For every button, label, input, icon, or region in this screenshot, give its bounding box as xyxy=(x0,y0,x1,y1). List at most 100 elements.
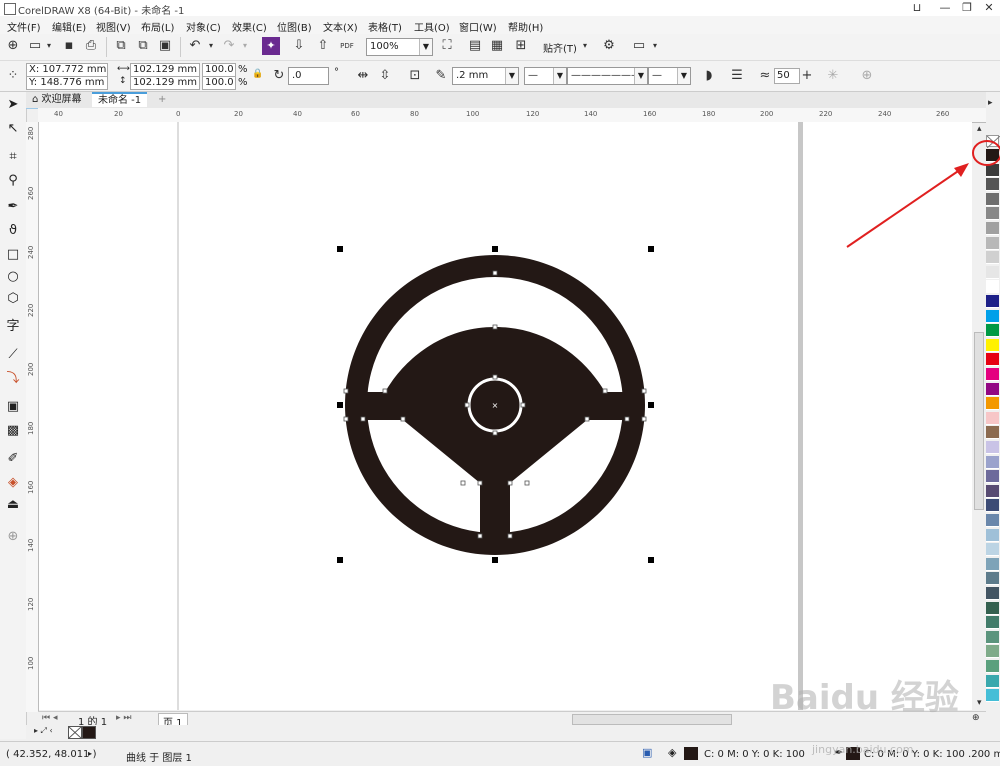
new-document-icon[interactable]: ⊕ xyxy=(4,37,22,55)
palette-swatch[interactable] xyxy=(986,178,999,192)
tab-welcome[interactable]: ⌂ 欢迎屏幕 xyxy=(26,92,88,107)
menu-bitmap[interactable]: 位图(B) xyxy=(277,19,312,34)
palette-swatch[interactable] xyxy=(986,601,999,615)
horizontal-ruler[interactable]: 40 20 0 20 40 60 80 100 120 140 160 180 … xyxy=(38,108,986,123)
export-icon[interactable]: ⇧ xyxy=(314,37,332,55)
menu-help[interactable]: 帮助(H) xyxy=(508,19,543,34)
add-tool-icon[interactable]: ⊕ xyxy=(4,528,22,546)
menu-layout[interactable]: 布局(L) xyxy=(141,19,174,34)
palette-swatch[interactable] xyxy=(986,543,999,557)
zoom-navigator-icon[interactable]: ⊕ xyxy=(972,713,980,723)
menu-table[interactable]: 表格(T) xyxy=(368,19,402,34)
maximize-button[interactable]: ❐ xyxy=(956,1,978,15)
palette-swatch[interactable] xyxy=(986,499,999,513)
palette-swatch[interactable] xyxy=(986,324,999,338)
import-icon[interactable]: ⇩ xyxy=(290,37,308,55)
fill-color-swatch[interactable] xyxy=(684,747,698,760)
print-icon[interactable]: ⎙ xyxy=(82,37,100,55)
menu-view[interactable]: 视图(V) xyxy=(96,19,131,34)
x-position-field[interactable]: X: 107.772 mm xyxy=(26,63,108,77)
save-icon[interactable]: ▪ xyxy=(60,37,78,55)
palette-swatch[interactable] xyxy=(986,426,999,440)
scale-y-field[interactable]: 100.0 xyxy=(202,76,236,90)
paste-icon[interactable]: ▣ xyxy=(156,37,174,55)
menu-edit[interactable]: 编辑(E) xyxy=(52,19,86,34)
canvas-scroll-up-icon[interactable]: ▴ xyxy=(977,124,982,134)
palette-swatch[interactable] xyxy=(986,222,999,235)
palette-swatch[interactable] xyxy=(986,572,999,586)
close-curve-icon[interactable]: ◗ xyxy=(700,67,718,85)
palette-swatch[interactable] xyxy=(986,309,999,323)
palette-swatch[interactable] xyxy=(986,192,999,206)
document-black-swatch[interactable] xyxy=(82,726,96,739)
fill-bucket-icon[interactable]: ◈ xyxy=(668,746,676,759)
horizontal-scrollbar-thumb[interactable] xyxy=(572,714,732,725)
palette-swatch[interactable] xyxy=(986,251,999,265)
undo-dropdown-icon[interactable]: ▾ xyxy=(202,37,220,55)
reference-point-icon[interactable]: ⁘ xyxy=(4,67,22,85)
node-icon[interactable]: ✳ xyxy=(824,67,842,85)
close-button[interactable]: ✕ xyxy=(978,1,1000,15)
rotation-angle-field[interactable]: .0 xyxy=(288,67,329,85)
vertical-ruler[interactable]: 280 260 240 220 200 180 160 140 120 100 xyxy=(26,122,39,712)
tab-document[interactable]: 未命名 -1 xyxy=(92,92,148,107)
wrap-text-icon[interactable]: ☰ xyxy=(728,67,746,85)
menu-window[interactable]: 窗口(W) xyxy=(459,19,497,34)
palette-swatch[interactable] xyxy=(986,660,999,673)
pick-tool-icon[interactable]: ➤ xyxy=(4,96,22,114)
copy-icon[interactable]: ⧉ xyxy=(134,37,152,55)
text-tool-icon[interactable]: 字 xyxy=(4,318,22,336)
snap-to-label[interactable]: 贴齐(T) xyxy=(543,40,577,55)
palette-swatch[interactable] xyxy=(986,265,999,279)
add-icon[interactable]: ⊕ xyxy=(858,67,876,85)
palette-swatch[interactable] xyxy=(986,441,999,454)
menu-tools[interactable]: 工具(O) xyxy=(414,19,450,34)
ellipse-tool-icon[interactable]: ○ xyxy=(4,268,22,286)
mirror-horizontal-icon[interactable]: ⇹ xyxy=(354,67,372,85)
palette-swatch[interactable] xyxy=(986,630,999,644)
palette-swatch[interactable] xyxy=(986,484,999,498)
zoom-tool-icon[interactable]: ⚲ xyxy=(4,172,22,190)
zoom-level-select[interactable]: 100% ▼ xyxy=(366,38,433,56)
drop-shadow-tool-icon[interactable]: ▣ xyxy=(4,398,22,416)
artistic-media-tool-icon[interactable]: ϑ xyxy=(4,222,22,240)
show-rulers-icon[interactable]: ▤ xyxy=(466,37,484,55)
palette-swatch[interactable] xyxy=(986,236,999,250)
line-style-select[interactable]: ——————— ▼ xyxy=(567,67,648,85)
no-fill-swatch[interactable] xyxy=(68,726,82,739)
drawing-canvas[interactable]: × xyxy=(39,122,972,710)
object-width-field[interactable]: 102.129 mm xyxy=(130,63,200,77)
smooth-icon[interactable]: ≈ xyxy=(756,67,774,85)
lock-ratio-icon[interactable]: 🔒 xyxy=(252,69,263,79)
palette-swatch[interactable] xyxy=(986,514,999,527)
parallel-dimension-tool-icon[interactable]: ⟋ xyxy=(4,346,22,364)
palette-swatch[interactable] xyxy=(986,280,999,294)
palette-swatch[interactable] xyxy=(986,470,999,484)
mirror-vertical-icon[interactable]: ⇳ xyxy=(376,67,394,85)
palette-swatch[interactable] xyxy=(986,689,999,703)
smart-fill-tool-icon[interactable]: ⏏ xyxy=(4,496,22,514)
end-arrowhead-select[interactable]: — ▼ xyxy=(648,67,691,85)
vertical-scrollbar-thumb[interactable] xyxy=(974,332,984,510)
palette-swatch[interactable] xyxy=(986,207,999,221)
first-page-icon[interactable]: ⏮ ◂ xyxy=(42,713,57,723)
launcher-dropdown-icon[interactable]: ▾ xyxy=(646,37,664,55)
palette-swatch[interactable] xyxy=(986,455,999,469)
palette-swatch[interactable] xyxy=(986,616,999,630)
palette-swatch[interactable] xyxy=(986,295,999,308)
palette-swatch[interactable] xyxy=(986,557,999,571)
options-gear-icon[interactable]: ⚙ xyxy=(600,37,618,55)
interactive-fill-tool-icon[interactable]: ◈ xyxy=(4,474,22,492)
color-eyedropper-tool-icon[interactable]: ✐ xyxy=(4,450,22,468)
palette-menu-icon[interactable]: ▸ ⤢ ‹ xyxy=(34,726,53,736)
object-height-field[interactable]: 102.129 mm xyxy=(130,76,200,90)
smoothing-adjust-icon[interactable]: + xyxy=(798,67,816,85)
menu-file[interactable]: 文件(F) xyxy=(7,19,41,34)
smoothing-field[interactable]: 50 xyxy=(774,68,800,84)
palette-swatch[interactable] xyxy=(986,411,999,425)
snap-dropdown-icon[interactable]: ▾ xyxy=(576,37,594,55)
crop-tool-icon[interactable]: ⌗ xyxy=(4,148,22,166)
rectangle-tool-icon[interactable]: □ xyxy=(4,246,22,264)
transparency-tool-icon[interactable]: ▩ xyxy=(4,422,22,440)
outline-width-select[interactable]: .2 mm ▼ xyxy=(452,67,519,85)
